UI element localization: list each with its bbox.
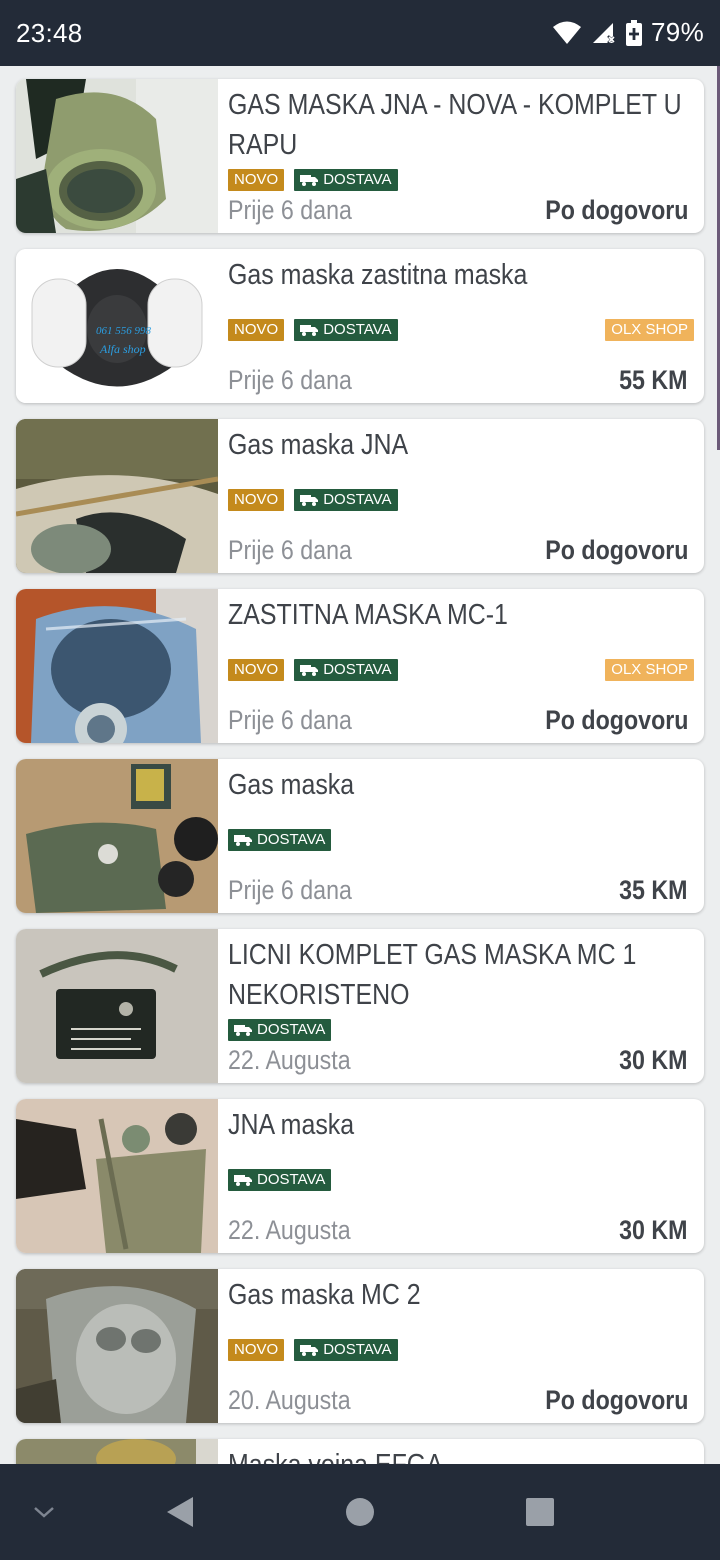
dostava-badge: DOSTAVA — [294, 489, 398, 511]
dostava-label: DOSTAVA — [323, 321, 392, 338]
listing-title[interactable]: Gas maska — [228, 765, 692, 805]
back-icon[interactable] — [160, 1464, 200, 1560]
truck-icon — [300, 665, 319, 676]
listing-price: 30 KM — [619, 1045, 688, 1075]
dostava-label: DOSTAVA — [257, 831, 326, 848]
listing-title[interactable]: Gas maska MC 2 — [228, 1275, 692, 1315]
listing-thumbnail[interactable]: 061 556 998 Alfa shop — [16, 249, 218, 403]
dostava-badge: DOSTAVA — [294, 1339, 398, 1361]
listing-date: 20. Augusta — [228, 1385, 351, 1415]
listing-date: 22. Augusta — [228, 1045, 351, 1075]
chevron-down-icon[interactable] — [24, 1464, 64, 1560]
truck-icon — [234, 1025, 252, 1036]
badge-row: NOVO DOSTAVA — [228, 659, 398, 681]
dostava-label: DOSTAVA — [257, 1021, 326, 1038]
truck-icon — [234, 1175, 252, 1186]
novo-badge: NOVO — [228, 489, 285, 511]
battery-percentage: 79% — [651, 17, 704, 47]
watermark-shop: Alfa shop — [99, 342, 146, 356]
status-time: 23:48 — [16, 18, 83, 48]
listing-card[interactable]: LICNI KOMPLET GAS MASKA MC 1 NEKORISTENO… — [16, 929, 704, 1083]
badge-row: NOVO DOSTAVA — [228, 1339, 398, 1361]
listing-thumbnail[interactable] — [16, 1269, 218, 1423]
listing-title[interactable]: LICNI KOMPLET GAS MASKA MC 1 NEKORISTENO — [228, 935, 692, 1015]
listing-date: Prije 6 dana — [228, 875, 352, 905]
badge-row: NOVO DOSTAVA — [228, 489, 398, 511]
listing-card[interactable]: GAS MASKA JNA - NOVA - KOMPLET U RAPU NO… — [16, 79, 704, 233]
listing-price: 30 KM — [619, 1215, 688, 1245]
truck-icon — [300, 1345, 319, 1356]
status-bar: 23:48 79% — [0, 0, 720, 66]
dostava-badge: DOSTAVA — [228, 1169, 332, 1191]
status-icons: 79% — [552, 17, 704, 48]
signal-icon — [591, 21, 617, 45]
home-icon[interactable] — [340, 1464, 380, 1560]
listing-thumbnail[interactable] — [16, 419, 218, 573]
listing-price: Po dogovoru — [544, 1385, 688, 1415]
listing-date: Prije 6 dana — [228, 535, 352, 565]
novo-badge: NOVO — [228, 319, 285, 341]
novo-badge: NOVO — [228, 659, 285, 681]
badge-row: DOSTAVA — [228, 1169, 332, 1191]
badge-row: NOVO DOSTAVA — [228, 319, 398, 341]
listing-thumbnail[interactable] — [16, 1439, 218, 1464]
recents-icon[interactable] — [520, 1464, 560, 1560]
listing-thumbnail[interactable] — [16, 79, 218, 233]
olx-shop-badge: OLX SHOP — [605, 319, 694, 341]
badge-row: DOSTAVA — [228, 829, 332, 851]
dostava-badge: DOSTAVA — [294, 169, 398, 191]
listing-list[interactable]: GAS MASKA JNA - NOVA - KOMPLET U RAPU NO… — [0, 66, 720, 1464]
dostava-label: DOSTAVA — [257, 1171, 326, 1188]
listing-card[interactable]: Maska vojna EFGA — [16, 1439, 704, 1464]
listing-card[interactable]: ZASTITNA MASKA MC-1 NOVO DOSTAVA OLX SHO… — [16, 589, 704, 743]
listing-card[interactable]: 061 556 998 Alfa shop Gas maska zastitna… — [16, 249, 704, 403]
listing-title[interactable]: Maska vojna EFGA — [228, 1445, 692, 1464]
badge-row: NOVO DOSTAVA — [228, 169, 398, 191]
dostava-label: DOSTAVA — [323, 171, 392, 188]
listing-title[interactable]: JNA maska — [228, 1105, 692, 1145]
novo-badge: NOVO — [228, 1339, 285, 1361]
listing-price: Po dogovoru — [544, 195, 688, 225]
listing-card[interactable]: Gas maska MC 2 NOVO DOSTAVA 20. Augusta … — [16, 1269, 704, 1423]
listing-date: Prije 6 dana — [228, 705, 352, 735]
listing-card[interactable]: Gas maska DOSTAVA Prije 6 dana 35 KM — [16, 759, 704, 913]
listing-title[interactable]: Gas maska JNA — [228, 425, 692, 465]
truck-icon — [300, 325, 319, 336]
novo-badge: NOVO — [228, 169, 285, 191]
listing-card[interactable]: Gas maska JNA NOVO DOSTAVA Prije 6 dana … — [16, 419, 704, 573]
listing-price: Po dogovoru — [544, 535, 688, 565]
listing-card[interactable]: JNA maska DOSTAVA 22. Augusta 30 KM — [16, 1099, 704, 1253]
dostava-label: DOSTAVA — [323, 491, 392, 508]
dostava-badge: DOSTAVA — [228, 829, 332, 851]
watermark-phone: 061 556 998 — [96, 325, 152, 337]
listing-price: 55 KM — [619, 365, 688, 395]
dostava-badge: DOSTAVA — [294, 659, 398, 681]
dostava-badge: DOSTAVA — [294, 319, 398, 341]
listing-price: Po dogovoru — [544, 705, 688, 735]
dostava-badge: DOSTAVA — [228, 1019, 332, 1041]
listing-thumbnail[interactable] — [16, 589, 218, 743]
listing-date: Prije 6 dana — [228, 365, 352, 395]
truck-icon — [234, 835, 252, 846]
listing-price: 35 KM — [619, 875, 688, 905]
battery-charging-icon — [626, 19, 643, 46]
truck-icon — [300, 495, 319, 506]
listing-title[interactable]: ZASTITNA MASKA MC-1 — [228, 595, 692, 635]
listing-title[interactable]: GAS MASKA JNA - NOVA - KOMPLET U RAPU — [228, 85, 692, 165]
listing-thumbnail[interactable] — [16, 759, 218, 913]
listing-title[interactable]: Gas maska zastitna maska — [228, 255, 692, 295]
listing-thumbnail[interactable] — [16, 1099, 218, 1253]
truck-icon — [300, 175, 319, 186]
listing-date: 22. Augusta — [228, 1215, 351, 1245]
dostava-label: DOSTAVA — [323, 1341, 392, 1358]
dostava-label: DOSTAVA — [323, 661, 392, 678]
badge-row: DOSTAVA — [228, 1019, 332, 1041]
wifi-icon — [552, 21, 582, 45]
olx-shop-badge: OLX SHOP — [605, 659, 694, 681]
navigation-bar — [0, 1464, 720, 1560]
listing-thumbnail[interactable] — [16, 929, 218, 1083]
listing-date: Prije 6 dana — [228, 195, 352, 225]
